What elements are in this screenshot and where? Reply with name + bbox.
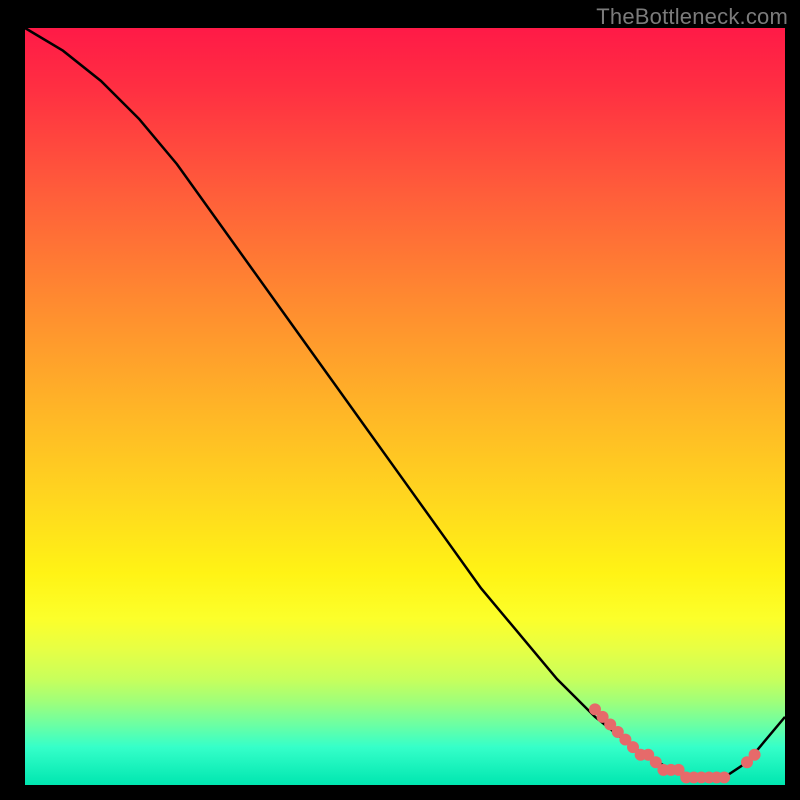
chart-svg — [25, 28, 785, 785]
bottleneck-curve — [25, 28, 785, 777]
highlight-dot — [718, 771, 730, 783]
highlight-dot — [749, 749, 761, 761]
chart-stage: TheBottleneck.com — [0, 0, 800, 800]
watermark-text: TheBottleneck.com — [596, 4, 788, 30]
plot-area — [25, 28, 785, 785]
